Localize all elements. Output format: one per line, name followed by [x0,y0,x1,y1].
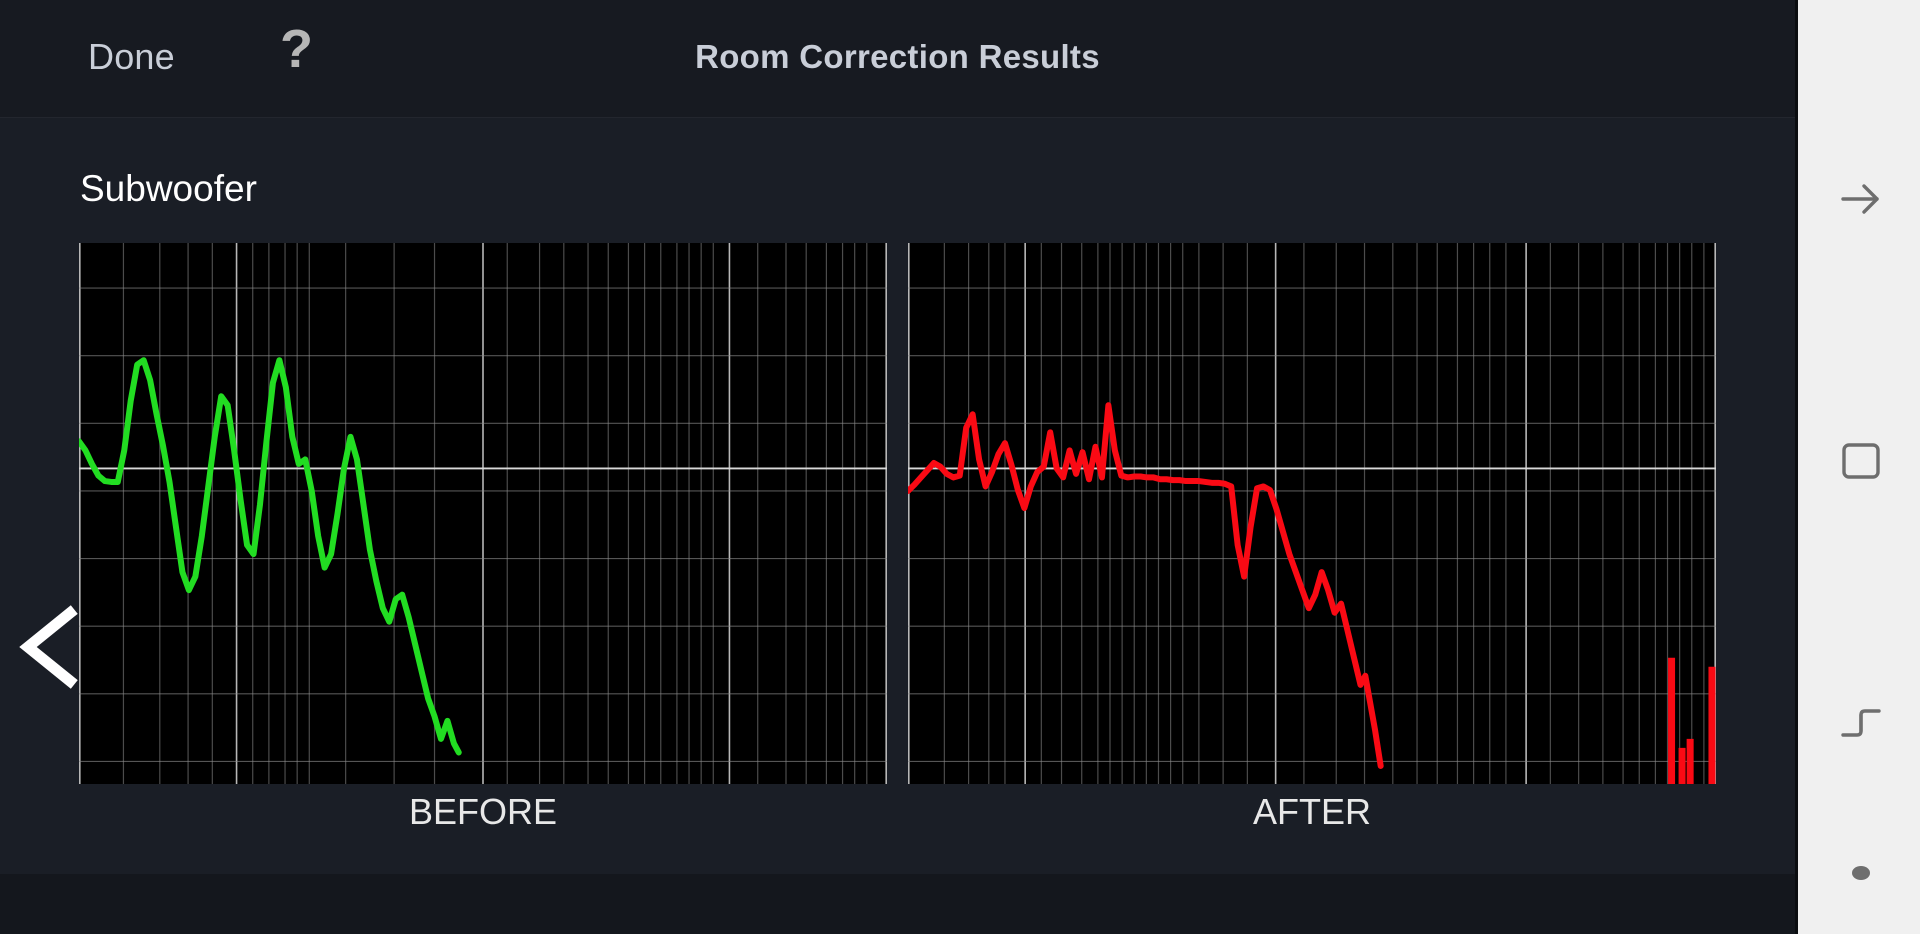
frequency-response-plot-before [79,243,887,784]
app-content: Done ? Room Correction Results Subwoofer… [0,0,1795,934]
nav-back-button[interactable] [1798,166,1920,236]
app-header: Done ? Room Correction Results [0,0,1795,118]
plot-area-before [79,243,887,784]
chart-label-before: BEFORE [408,791,558,832]
plot-area-after [908,243,1716,784]
frequency-response-plot-after [908,243,1716,784]
android-navigation-bar [1795,0,1920,934]
arrow-left-icon [1833,171,1889,232]
chart-before: BEFORE [79,243,887,853]
nav-home-indicator[interactable] [1798,845,1920,905]
split-screen-icon [1835,697,1887,754]
chart-label-after: AFTER [1252,791,1371,832]
results-panel: Subwoofer BEFORE AFTER [0,118,1795,874]
square-outline-icon [1836,436,1886,491]
channel-name-label: Subwoofer [80,168,257,209]
charts-container: BEFORE AFTER [0,243,1795,853]
chart-after: AFTER [908,243,1716,853]
nav-split-screen-button[interactable] [1798,690,1920,760]
bottom-strip [0,874,1795,934]
previous-channel-chevron-left-icon[interactable] [8,603,96,691]
page-title: Room Correction Results [695,38,1100,75]
screen-root: Done ? Room Correction Results Subwoofer… [0,0,1920,934]
nav-recents-button[interactable] [1798,428,1920,498]
dot-icon [1848,860,1874,891]
